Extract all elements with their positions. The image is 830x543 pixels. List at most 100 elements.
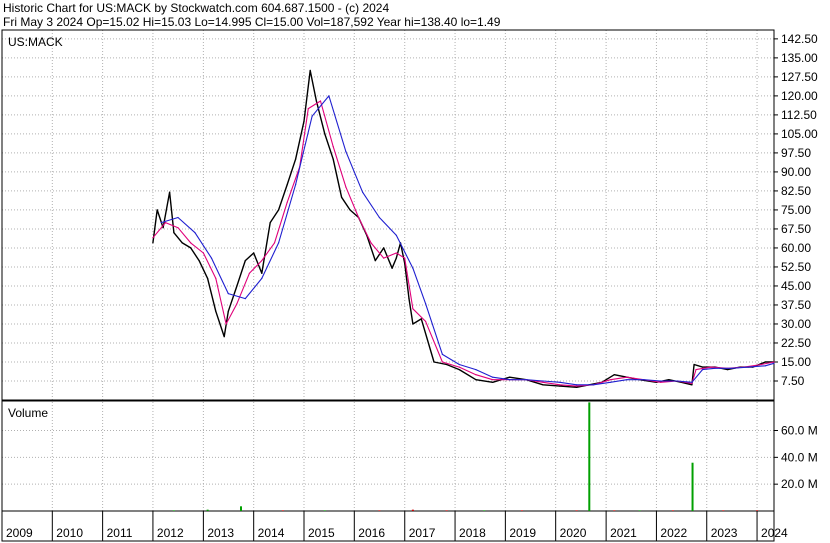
point-close	[727, 369, 729, 371]
point-ma_long	[328, 95, 330, 97]
point-close	[412, 323, 414, 325]
point-ma_long	[311, 115, 313, 117]
point-ma_long	[509, 379, 511, 381]
point-close	[324, 133, 326, 135]
point-ma_short	[404, 257, 406, 259]
point-ma_long	[676, 380, 678, 382]
point-ma_long	[773, 362, 775, 364]
year-label: 2017	[409, 526, 436, 540]
point-ma_long	[559, 381, 561, 383]
year-label: 2012	[157, 526, 184, 540]
point-ma_long	[691, 381, 693, 383]
price-tick-label: 127.50	[781, 70, 818, 84]
volume-tick-label: 40.0 M	[781, 450, 818, 464]
point-close	[613, 374, 615, 376]
point-ma_long	[412, 267, 414, 269]
point-close	[223, 336, 225, 338]
point-close	[162, 227, 164, 229]
point-ma_short	[559, 384, 561, 386]
year-label: 2018	[459, 526, 486, 540]
price-tick-label: 37.50	[781, 298, 811, 312]
point-ma_short	[576, 385, 578, 387]
point-ma_short	[609, 379, 612, 381]
point-ma_short	[492, 379, 494, 381]
point-ma_long	[194, 232, 196, 234]
point-ma_long	[210, 257, 213, 259]
point-ma_long	[425, 303, 427, 305]
point-close	[173, 232, 175, 234]
point-ma_short	[215, 277, 217, 279]
year-label: 2016	[358, 526, 385, 540]
year-label: 2023	[711, 526, 738, 540]
point-ma_short	[236, 303, 238, 305]
point-close	[383, 247, 385, 249]
point-close	[693, 363, 695, 366]
volume-axis: 60.0 M 40.0 M 20.0 M	[774, 424, 818, 491]
point-ma_long	[227, 293, 229, 295]
volume-panel-label: Volume	[8, 406, 48, 420]
point-close	[169, 191, 171, 193]
year-label: 2013	[207, 526, 234, 540]
point-ma_short	[370, 242, 372, 244]
point-close	[181, 242, 183, 244]
point-ma_short	[319, 100, 322, 102]
price-tick-label: 112.50	[781, 108, 817, 122]
point-ma_long	[542, 380, 544, 382]
point-close	[198, 260, 200, 262]
point-close	[764, 361, 766, 363]
volume-tick-label: 20.0 M	[781, 477, 818, 491]
price-tick-label: 52.50	[781, 260, 811, 274]
volume-panel-frame	[1, 400, 775, 512]
point-close	[253, 252, 255, 254]
point-close	[408, 298, 410, 300]
price-panel-frame	[1, 29, 775, 401]
price-tick-label: 67.50	[781, 222, 811, 236]
volume-bars	[172, 402, 759, 511]
point-ma_long	[261, 277, 263, 279]
point-ma_short	[202, 252, 204, 254]
price-tick-label: 45.00	[781, 279, 811, 293]
price-tick-label: 97.50	[781, 146, 811, 160]
volume-grid	[2, 430, 774, 485]
point-ma_long	[660, 380, 662, 382]
point-ma_short	[691, 382, 693, 385]
point-ma_short	[261, 260, 263, 262]
point-ma_long	[278, 242, 280, 244]
point-close	[269, 222, 271, 224]
price-tick-label: 22.50	[781, 336, 811, 350]
point-ma_long	[177, 216, 179, 219]
point-ma_long	[492, 376, 494, 378]
point-ma_long	[576, 384, 578, 386]
point-close	[559, 385, 561, 387]
chart-window: Historic Chart for US:MACK by Stockwatch…	[0, 0, 830, 543]
point-close	[236, 285, 238, 287]
point-ma_long	[362, 191, 364, 193]
point-ma_short	[626, 376, 628, 378]
price-tick-label: 30.00	[781, 317, 811, 331]
price-tick-label: 7.50	[781, 374, 805, 388]
point-ma_short	[660, 381, 662, 383]
point-ma_long	[701, 369, 704, 371]
point-close	[458, 369, 460, 371]
point-ma_short	[248, 272, 250, 274]
point-ma_long	[626, 379, 628, 381]
point-close	[244, 260, 246, 262]
point-ma_short	[286, 201, 288, 203]
point-ma_short	[358, 216, 360, 219]
price-axis: 142.50 135.00 127.50 120.00 112.50 105.00 97.5…	[774, 32, 818, 388]
series-ma_long	[161, 95, 775, 386]
point-ma_short	[383, 257, 385, 259]
year-label: 2014	[258, 526, 285, 540]
point-ma_short	[695, 369, 697, 371]
point-ma_short	[395, 252, 397, 254]
point-ma_short	[710, 366, 712, 368]
point-ma_short	[345, 186, 347, 188]
point-close	[691, 384, 693, 386]
point-ma_long	[458, 363, 460, 366]
price-tick-label: 15.00	[781, 355, 811, 369]
point-close	[303, 120, 305, 122]
point-ma_long	[643, 379, 645, 381]
price-tick-label: 120.00	[781, 89, 818, 103]
point-close	[152, 242, 154, 244]
price-tick-label: 142.50	[781, 32, 818, 46]
